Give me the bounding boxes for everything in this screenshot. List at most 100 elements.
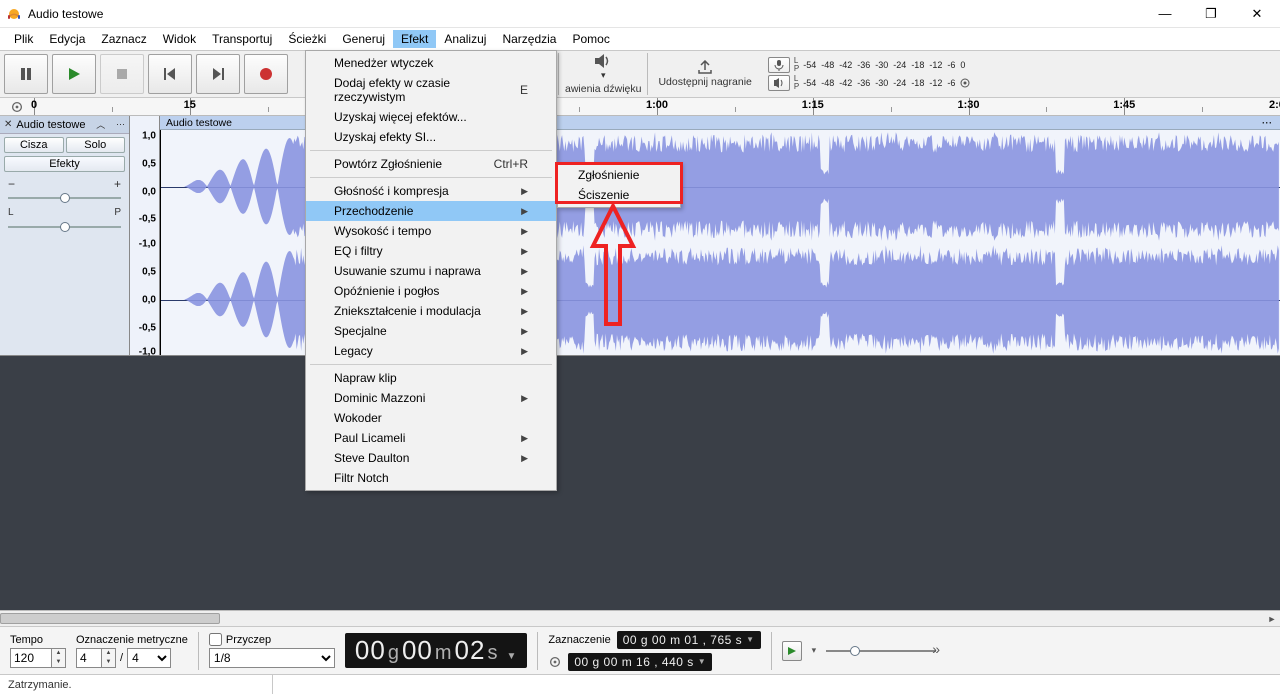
menu-efekt[interactable]: Efekt — [393, 30, 436, 48]
menu-zaznacz[interactable]: Zaznacz — [93, 30, 154, 48]
scroll-thumb[interactable] — [0, 613, 220, 624]
tempo-label: Tempo — [10, 634, 66, 646]
submenu-item[interactable]: Ściszenie — [558, 185, 680, 205]
track-collapse-icon[interactable]: ︿ — [96, 118, 105, 131]
snap-checkbox[interactable]: Przyczep — [209, 633, 335, 646]
bottom-toolbar: Tempo ▲▼ Oznaczenie metryczne ▲▼ / 4 Prz… — [0, 626, 1280, 674]
status-text: Zatrzymanie. — [8, 679, 72, 691]
timeline-ruler-row: 01530451:001:151:301:452:00 — [0, 98, 1280, 116]
menu-plik[interactable]: Plik — [6, 30, 41, 48]
menu-item[interactable]: Opóźnienie i pogłos▶ — [306, 281, 556, 301]
menu-item[interactable]: Napraw klip — [306, 368, 556, 388]
menu-narzedzia[interactable]: Narzędzia — [494, 30, 564, 48]
menu-widok[interactable]: Widok — [155, 30, 204, 48]
track-close-icon[interactable]: ✕ — [4, 119, 12, 130]
track-control-panel: ✕ Audio testowe ︿ ⋯ Cisza Solo Efekty −+… — [0, 116, 130, 356]
track-menu-icon[interactable]: ⋯ — [116, 119, 125, 130]
play-button[interactable] — [52, 54, 96, 94]
toolbar: ▾ awienia dźwięku Udostępnij nagranie LP… — [0, 50, 1280, 98]
gear-icon[interactable] — [548, 655, 562, 669]
snap-select[interactable]: 1/8 — [209, 648, 335, 668]
playback-cursor — [160, 130, 161, 355]
menu-pomoc[interactable]: Pomoc — [564, 30, 617, 48]
window-close-button[interactable]: ✕ — [1234, 0, 1280, 27]
menu-generuj[interactable]: Generuj — [334, 30, 393, 48]
skip-start-button[interactable] — [148, 54, 192, 94]
menu-item[interactable]: Przechodzenie▶ — [306, 201, 556, 221]
playback-speed-slider[interactable]: » — [826, 641, 936, 661]
menu-item[interactable]: Usuwanie szumu i naprawa▶ — [306, 261, 556, 281]
mute-button[interactable]: Cisza — [4, 137, 64, 153]
scroll-right-icon[interactable]: ► — [1264, 611, 1280, 626]
play-at-speed-button[interactable] — [782, 641, 802, 661]
menu-item[interactable]: Paul Licameli▶ — [306, 428, 556, 448]
timesig-numerator[interactable]: ▲▼ — [76, 648, 116, 668]
menu-item[interactable]: Steve Daulton▶ — [306, 448, 556, 468]
menu-item[interactable]: Wokoder — [306, 408, 556, 428]
app-logo-icon — [6, 6, 22, 22]
playback-meter-button[interactable] — [768, 75, 790, 91]
pan-slider[interactable] — [0, 218, 129, 236]
menu-item[interactable]: Dominic Mazzoni▶ — [306, 388, 556, 408]
timeline-options-button[interactable] — [0, 98, 34, 115]
tempo-input[interactable]: ▲▼ — [10, 648, 66, 668]
selection-end[interactable]: 00 g 00 m 16 , 440 s▼ — [568, 653, 712, 671]
efekt-dropdown-menu: Menedżer wtyczekDodaj efekty w czasie rz… — [305, 50, 557, 491]
timesig-denominator[interactable]: 4 — [127, 648, 171, 668]
horizontal-scrollbar[interactable]: ◄ ► — [0, 610, 1280, 626]
upload-icon — [697, 60, 713, 74]
track-header[interactable]: ✕ Audio testowe ︿ ⋯ — [0, 116, 129, 134]
submenu-item[interactable]: Zgłośnienie — [558, 165, 680, 185]
microphone-icon — [773, 59, 785, 71]
timeline-ruler[interactable]: 01530451:001:151:301:452:00 — [34, 98, 1280, 115]
menu-item[interactable]: Uzyskaj efekty SI... — [306, 127, 556, 147]
selection-start[interactable]: 00 g 00 m 01 , 765 s▼ — [617, 631, 761, 649]
menu-item[interactable]: Powtórz ZgłośnienieCtrl+R — [306, 154, 556, 174]
amplitude-scale: 1,00,50,0-0,5-1,00,50,0-0,5-1,0 — [130, 116, 160, 356]
window-maximize-button[interactable]: ❐ — [1188, 0, 1234, 27]
titlebar: Audio testowe — ❐ ✕ — [0, 0, 1280, 28]
audio-setup-button[interactable]: ▾ awienia dźwięku — [558, 53, 641, 95]
selection-label: Zaznaczenie — [548, 634, 610, 646]
transport-controls — [4, 54, 288, 94]
track-name-label: Audio testowe — [16, 119, 85, 131]
meters: LP -54-48-42-36-30-24-18-12-60 LP -54-48… — [768, 57, 970, 91]
menu-analizuj[interactable]: Analizuj — [436, 30, 494, 48]
menu-item[interactable]: Zniekształcenie i modulacja▶ — [306, 301, 556, 321]
clip-menu-icon[interactable]: ⋯ — [1262, 117, 1275, 129]
skip-end-button[interactable] — [196, 54, 240, 94]
przechodzenie-submenu: ZgłośnienieŚciszenie — [557, 162, 681, 208]
menu-item[interactable]: Wysokość i tempo▶ — [306, 221, 556, 241]
stop-button[interactable] — [100, 54, 144, 94]
menu-transportuj[interactable]: Transportuj — [204, 30, 280, 48]
menu-item[interactable]: Legacy▶ — [306, 341, 556, 361]
menu-item[interactable]: Głośność i kompresja▶ — [306, 181, 556, 201]
menu-item[interactable]: Dodaj efekty w czasie rzeczywistymE — [306, 73, 556, 107]
menu-item[interactable]: Menedżer wtyczek — [306, 53, 556, 73]
record-meter-button[interactable] — [768, 57, 790, 73]
menu-item[interactable]: Filtr Notch — [306, 468, 556, 488]
clip-name-label: Audio testowe — [166, 117, 232, 129]
gear-icon — [10, 100, 24, 114]
playback-meter-scale: -54-48-42-36-30-24-18-12-6 — [803, 78, 970, 88]
record-button[interactable] — [244, 54, 288, 94]
solo-button[interactable]: Solo — [66, 137, 126, 153]
record-meter-scale: -54-48-42-36-30-24-18-12-60 — [803, 60, 965, 70]
time-signature-label: Oznaczenie metryczne — [76, 634, 188, 646]
pause-button[interactable] — [4, 54, 48, 94]
menubar: Plik Edycja Zaznacz Widok Transportuj Śc… — [0, 28, 1280, 50]
audio-setup-label: awienia dźwięku — [565, 83, 641, 95]
status-bar: Zatrzymanie. — [0, 674, 1280, 694]
window-title: Audio testowe — [28, 7, 1142, 21]
gear-icon — [960, 78, 970, 88]
gain-slider[interactable]: −+ — [0, 175, 129, 207]
main-timecode[interactable]: 00g00m02s▼ — [345, 633, 527, 668]
menu-item[interactable]: Specjalne▶ — [306, 321, 556, 341]
effects-button[interactable]: Efekty — [4, 156, 125, 172]
window-minimize-button[interactable]: — — [1142, 0, 1188, 27]
share-audio-button[interactable]: Udostępnij nagranie — [647, 53, 761, 95]
menu-item[interactable]: Uzyskaj więcej efektów... — [306, 107, 556, 127]
menu-sciezki[interactable]: Ścieżki — [280, 30, 334, 48]
menu-edycja[interactable]: Edycja — [41, 30, 93, 48]
menu-item[interactable]: EQ i filtry▶ — [306, 241, 556, 261]
